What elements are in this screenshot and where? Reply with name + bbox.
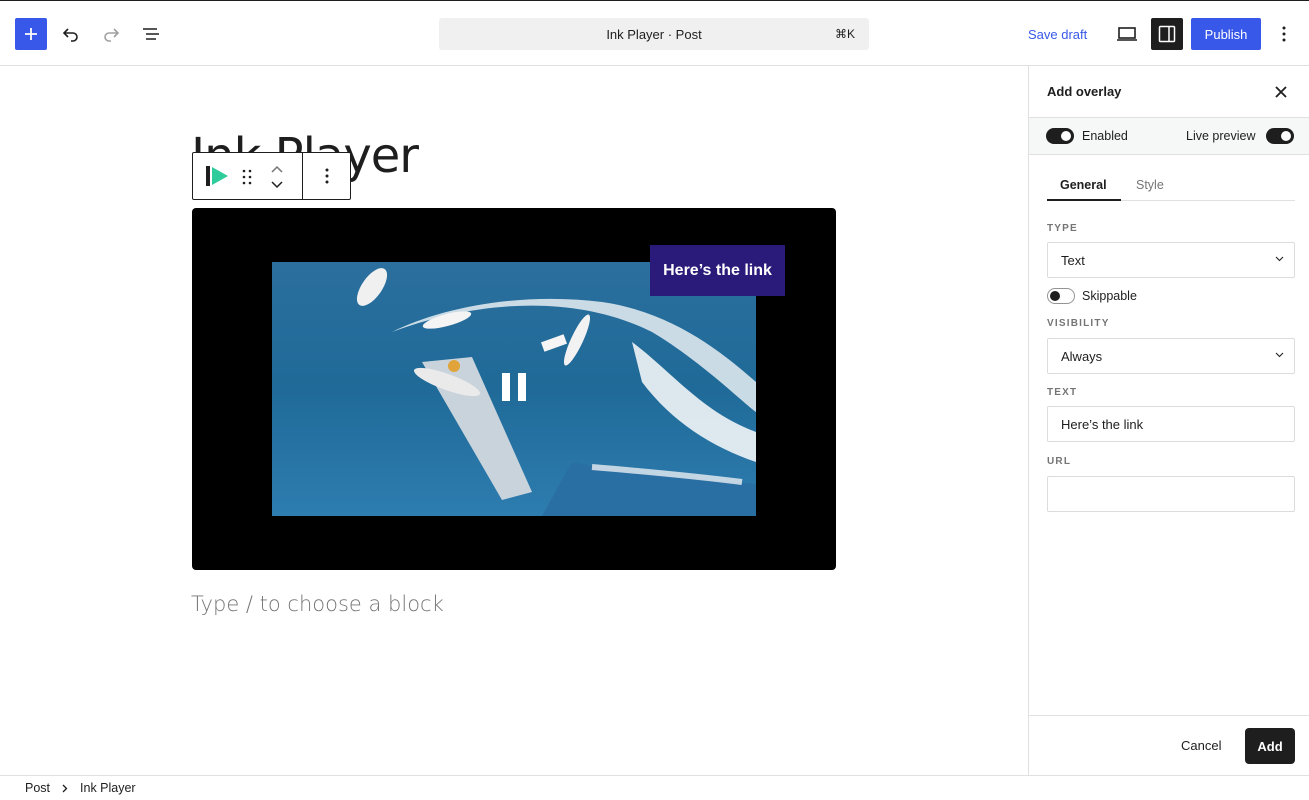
type-label: TYPE <box>1047 223 1078 234</box>
video-frame-surf-image <box>272 262 756 516</box>
shortcut-hint: ⌘K <box>834 27 855 41</box>
redo-icon <box>104 28 120 42</box>
visibility-select[interactable]: Always <box>1047 338 1295 374</box>
block-inserter-button[interactable] <box>15 18 47 50</box>
tab-style[interactable]: Style <box>1136 178 1164 192</box>
text-input-value: Here’s the link <box>1061 416 1144 432</box>
chevron-down-icon <box>1275 352 1284 358</box>
add-button[interactable]: Add <box>1245 728 1295 764</box>
move-down-button[interactable] <box>270 177 284 195</box>
undo-button[interactable] <box>55 18 87 50</box>
ink-player-icon <box>206 166 228 186</box>
more-vertical-icon <box>325 168 328 184</box>
redo-button[interactable] <box>95 18 127 50</box>
add-overlay-panel: Add overlay Enabled Live preview General… <box>1028 66 1309 775</box>
enabled-toggle[interactable] <box>1046 128 1074 144</box>
chevron-right-icon <box>62 784 68 792</box>
preview-button[interactable] <box>1111 18 1143 50</box>
overlay-toggles: Enabled Live preview <box>1029 118 1309 155</box>
panel-footer: Cancel Add <box>1029 715 1309 775</box>
active-tab-indicator <box>1047 199 1121 201</box>
tab-general[interactable]: General <box>1060 178 1107 192</box>
editor-canvas: Ink Player <box>0 66 1028 775</box>
url-input[interactable] <box>1047 476 1295 512</box>
block-toolbar <box>192 152 351 200</box>
panel-tabs: General Style <box>1047 173 1295 201</box>
type-select[interactable]: Text <box>1047 242 1295 278</box>
breadcrumb-item-post[interactable]: Post <box>25 781 50 795</box>
save-draft-button[interactable]: Save draft <box>1022 18 1093 50</box>
laptop-icon <box>1117 27 1137 41</box>
more-vertical-icon <box>1282 26 1286 42</box>
pause-icon[interactable] <box>501 372 527 402</box>
drag-handle-icon <box>242 169 252 185</box>
visibility-label: VISIBILITY <box>1047 318 1110 329</box>
chevron-up-icon <box>271 165 283 173</box>
visibility-value: Always <box>1061 348 1103 364</box>
chevron-down-icon <box>271 181 283 189</box>
close-icon <box>1275 86 1287 98</box>
text-label: TEXT <box>1047 387 1078 398</box>
panel-header: Add overlay <box>1029 66 1309 118</box>
url-label: URL <box>1047 456 1072 467</box>
live-preview-label: Live preview <box>1186 129 1256 143</box>
document-overview-button[interactable] <box>135 18 167 50</box>
type-value: Text <box>1061 252 1085 268</box>
skippable-toggle[interactable] <box>1047 288 1075 304</box>
breadcrumb-item-ink-player[interactable]: Ink Player <box>80 781 136 795</box>
cancel-button[interactable]: Cancel <box>1181 738 1221 753</box>
link-overlay[interactable]: Here’s the link <box>650 245 785 296</box>
block-breadcrumb: Post Ink Player <box>0 775 1309 800</box>
document-title: Ink Player · Post <box>606 26 702 42</box>
drag-handle[interactable] <box>242 169 252 190</box>
list-view-icon <box>143 28 159 40</box>
block-placeholder[interactable]: Type / to choose a block <box>191 592 444 616</box>
editor-header: Ink Player · Post ⌘K Save draft Publish <box>0 0 1309 66</box>
plus-icon <box>25 28 37 40</box>
text-input[interactable]: Here’s the link <box>1047 406 1295 442</box>
options-button[interactable] <box>1268 18 1300 50</box>
video-player-block[interactable]: Here’s the link <box>192 208 836 570</box>
block-type-button[interactable] <box>205 165 229 192</box>
settings-sidebar-button[interactable] <box>1151 18 1183 50</box>
sidebar-icon <box>1158 25 1176 43</box>
publish-button[interactable]: Publish <box>1191 18 1261 50</box>
command-palette-button[interactable]: Ink Player · Post ⌘K <box>439 18 869 50</box>
enabled-label: Enabled <box>1082 129 1128 143</box>
block-options-button[interactable] <box>303 153 350 199</box>
skippable-label: Skippable <box>1082 289 1137 303</box>
chevron-down-icon <box>1275 256 1284 262</box>
close-button[interactable] <box>1271 82 1291 102</box>
live-preview-toggle[interactable] <box>1266 128 1294 144</box>
undo-icon <box>62 28 78 42</box>
panel-title: Add overlay <box>1047 84 1122 99</box>
